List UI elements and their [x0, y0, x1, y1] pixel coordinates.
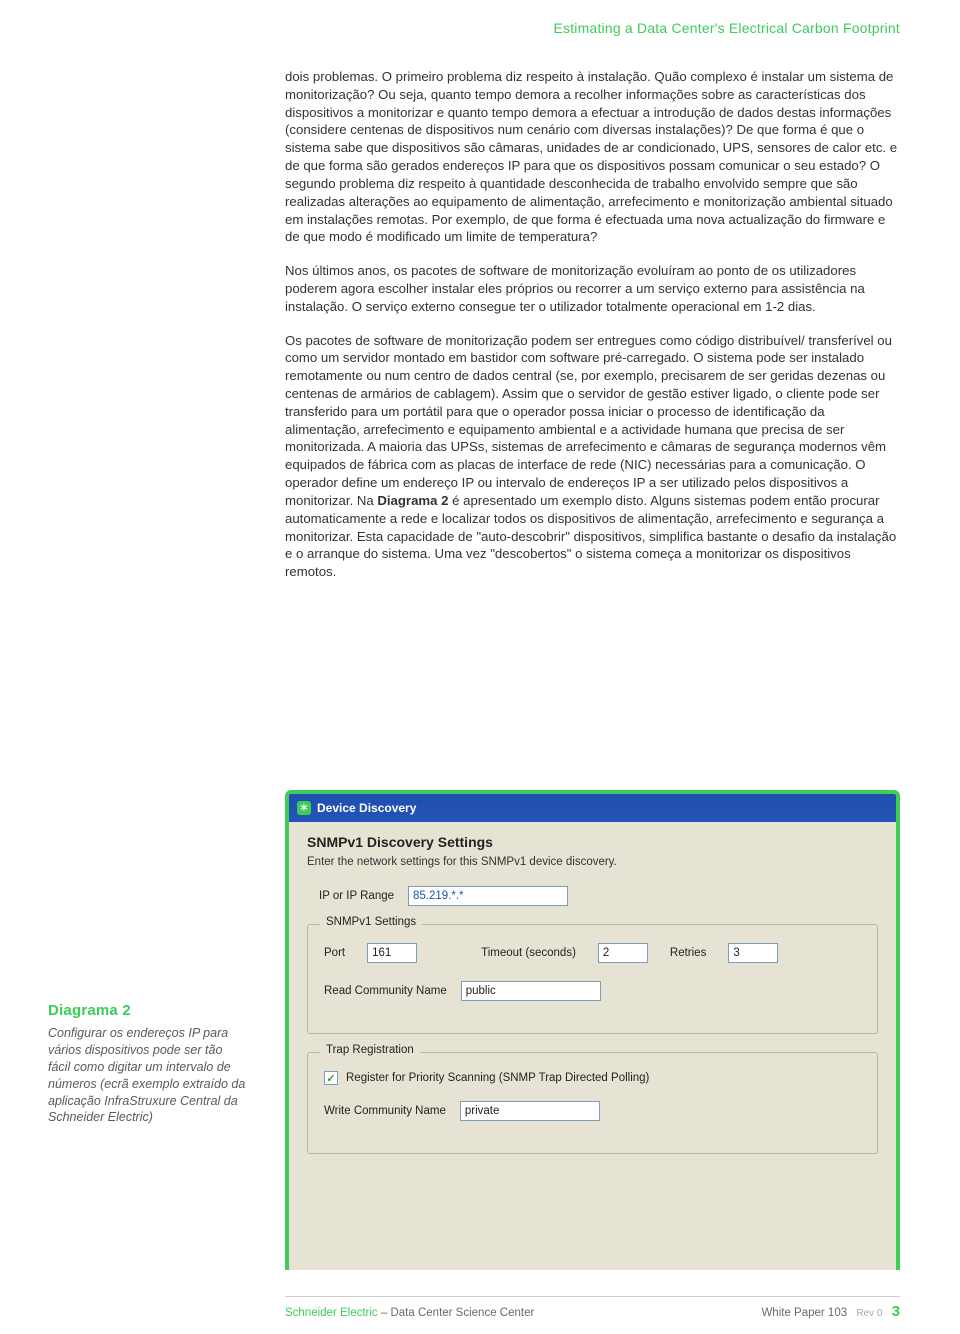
- footer-page-number: 3: [892, 1303, 900, 1320]
- dialog-body: SNMPv1 Discovery Settings Enter the netw…: [289, 822, 896, 1154]
- page-header-title: Estimating a Data Center's Electrical Ca…: [553, 20, 900, 36]
- section-heading: SNMPv1 Discovery Settings: [307, 834, 878, 850]
- footer-dash: –: [378, 1307, 391, 1319]
- diagram-ref: Diagrama 2: [377, 493, 448, 508]
- paragraph-2: Nos últimos anos, os pacotes de software…: [285, 262, 900, 315]
- port-timeout-retries-row: Port Timeout (seconds) Retries: [324, 943, 861, 963]
- read-community-input[interactable]: [461, 981, 601, 1001]
- snmp-legend: SNMPv1 Settings: [320, 916, 422, 928]
- ip-label: IP or IP Range: [319, 890, 394, 902]
- trap-checkbox-row: ✓ Register for Priority Scanning (SNMP T…: [324, 1071, 861, 1085]
- page-footer: Schneider Electric – Data Center Science…: [285, 1296, 900, 1320]
- trap-registration-fieldset: Trap Registration ✓ Register for Priorit…: [307, 1052, 878, 1154]
- read-community-row: Read Community Name: [324, 981, 861, 1001]
- ip-input[interactable]: [408, 886, 568, 906]
- retries-input[interactable]: [728, 943, 778, 963]
- footer-left: Schneider Electric – Data Center Science…: [285, 1307, 534, 1319]
- footer-rev: Rev 0: [856, 1308, 882, 1319]
- timeout-label: Timeout (seconds): [481, 947, 576, 959]
- write-community-row: Write Community Name: [324, 1101, 861, 1121]
- snmp-settings-fieldset: SNMPv1 Settings Port Timeout (seconds) R…: [307, 924, 878, 1034]
- footer-center: Data Center Science Center: [390, 1307, 534, 1319]
- app-icon: ✶: [297, 801, 311, 815]
- figure-caption: Diagrama 2 Configurar os endereços IP pa…: [48, 1002, 248, 1126]
- paragraph-3: Os pacotes de software de monitorização …: [285, 332, 900, 581]
- write-community-label: Write Community Name: [324, 1105, 446, 1117]
- trap-legend: Trap Registration: [320, 1044, 420, 1056]
- paragraph-3a: Os pacotes de software de monitorização …: [285, 333, 892, 508]
- port-input[interactable]: [367, 943, 417, 963]
- ip-row: IP or IP Range: [319, 886, 878, 906]
- footer-right: White Paper 103 Rev 0 3: [761, 1303, 900, 1320]
- paragraph-1: dois problemas. O primeiro problema diz …: [285, 68, 900, 246]
- trap-checkbox[interactable]: ✓: [324, 1071, 338, 1085]
- timeout-input[interactable]: [598, 943, 648, 963]
- caption-body: Configurar os endereços IP para vários d…: [48, 1025, 248, 1126]
- section-subtext: Enter the network settings for this SNMP…: [307, 856, 878, 868]
- retries-label: Retries: [670, 947, 706, 959]
- trap-checkbox-label: Register for Priority Scanning (SNMP Tra…: [346, 1072, 649, 1084]
- dialog-title: Device Discovery: [317, 801, 416, 815]
- write-community-input[interactable]: [460, 1101, 600, 1121]
- body-text: dois problemas. O primeiro problema diz …: [285, 68, 900, 597]
- caption-title: Diagrama 2: [48, 1002, 248, 1019]
- port-label: Port: [324, 947, 345, 959]
- footer-brand: Schneider Electric: [285, 1307, 378, 1319]
- footer-whitepaper: White Paper 103: [761, 1307, 847, 1319]
- figure-dialog-screenshot: ✶ Device Discovery SNMPv1 Discovery Sett…: [285, 790, 900, 1270]
- read-community-label: Read Community Name: [324, 985, 447, 997]
- dialog-titlebar: ✶ Device Discovery: [289, 794, 896, 822]
